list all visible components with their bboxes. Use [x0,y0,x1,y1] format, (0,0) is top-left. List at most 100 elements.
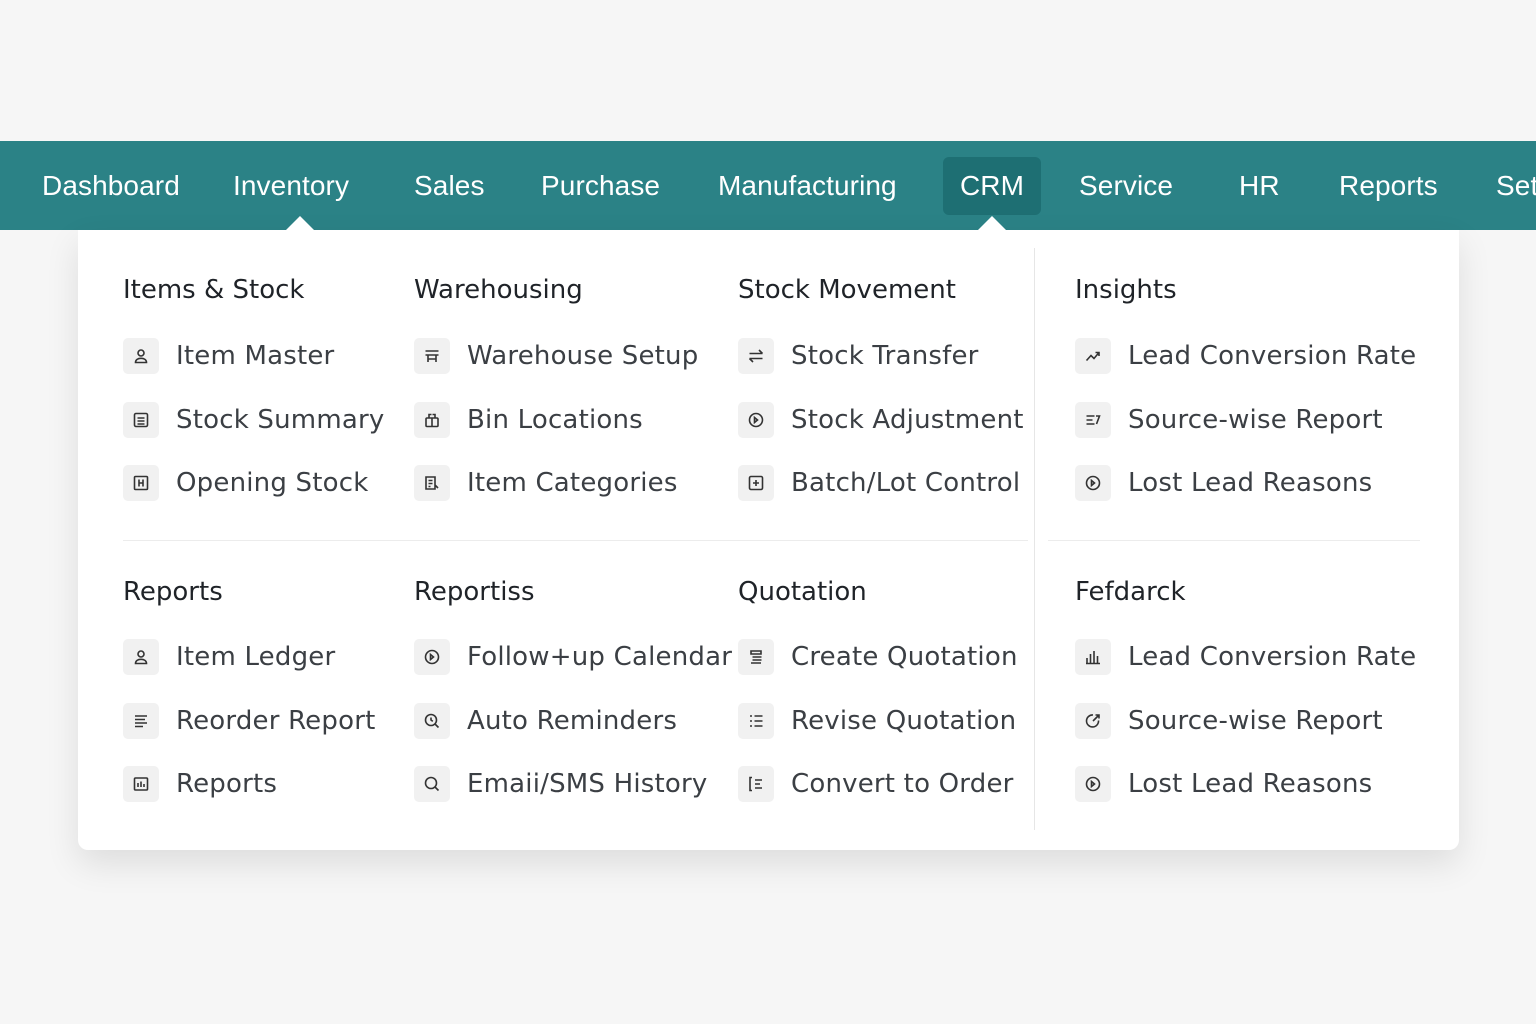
nav-item-manufacturing[interactable]: Manufacturing [718,157,897,215]
row-divider-right [1048,540,1420,541]
warehouse-icon [414,338,450,374]
nav-item-dashboard[interactable]: Dashboard [42,157,180,215]
section-heading: Quotation [738,577,867,607]
sort-lines-icon [1075,402,1111,438]
menu-item-source-wise-report[interactable]: Source-wise Report [1075,400,1383,440]
section-quotation: Quotation Create Quotation Revise Quotat… [738,572,1017,802]
section-reportiss: Reportiss Follow+up Calendar Auto Remind… [414,572,732,802]
menu-item-item-ledger[interactable]: Item Ledger [123,637,335,677]
circle-arrow-icon [1075,703,1111,739]
menu-item-label: Source-wise Report [1128,706,1383,736]
menu-item-label: Source-wise Report [1128,405,1383,435]
section-heading: Reportiss [414,577,535,607]
menu-item-label: Convert to Order [791,769,1014,799]
menu-item-item-master[interactable]: Item Master [123,336,334,376]
section-insights: Insights Lead Conversion Rate Source-wis… [1075,270,1416,501]
menu-item-bin-locations[interactable]: Bin Locations [414,400,643,440]
menu-item-stock-transfer[interactable]: Stock Transfer [738,336,979,376]
menu-item-revise-quotation[interactable]: Revise Quotation [738,701,1016,741]
list-edit-icon [414,465,450,501]
menu-item-label: Batch/Lot Control [791,468,1021,498]
menu-item-label: Lost Lead Reasons [1128,769,1373,799]
menu-item-email-sms-history[interactable]: Emaii/SMS History [414,764,708,804]
menu-item-stock-adjustment[interactable]: Stock Adjustment [738,400,1024,440]
circle-play-icon [738,402,774,438]
menu-item-label: Opening Stock [176,468,369,498]
menu-item-label: Bin Locations [467,405,643,435]
menu-item-label: Item Master [176,341,335,371]
menu-item-auto-reminders[interactable]: Auto Reminders [414,701,677,741]
column-divider [1034,248,1035,830]
section-heading: Insights [1075,275,1177,305]
circle-play-icon [414,639,450,675]
search-icon [414,766,450,802]
circle-play-icon [1075,766,1111,802]
menu-item-label: Warehouse Setup [467,341,699,371]
bar-chart-icon [1075,639,1111,675]
inventory-dropdown-caret [286,216,314,230]
circle-play-icon [1075,465,1111,501]
nav-item-inventory[interactable]: Inventory [233,157,349,215]
checklist-icon [738,703,774,739]
nav-item-crm[interactable]: CRM [943,157,1041,215]
menu-item-label: Stock Transfer [791,341,979,371]
menu-item-stock-summary[interactable]: Stock Summary [123,400,384,440]
section-stock-movement: Stock Movement Stock Transfer Stock Adju… [738,270,1024,501]
section-heading: Fefdarck [1075,577,1186,607]
menu-item-warehouse-setup[interactable]: Warehouse Setup [414,336,698,376]
crm-dropdown-caret [978,216,1006,230]
top-nav-bar: Dashboard Inventory Sales Purchase Manuf… [0,141,1536,230]
bracket-list-icon [738,766,774,802]
menu-item-convert-to-order[interactable]: Convert to Order [738,764,1014,804]
section-heading: Reports [123,577,223,607]
nav-item-settings[interactable]: Set [1496,157,1536,215]
user-icon [123,639,159,675]
doc-lines-icon [738,639,774,675]
lines-icon [123,703,159,739]
menu-item-lead-conversion-rate-2[interactable]: Lead Conversion Rate [1075,637,1416,677]
section-fefdarck: Fefdarck Lead Conversion Rate Source-wis… [1075,572,1416,802]
transfer-arrows-icon [738,338,774,374]
menu-item-label: Lead Conversion Rate [1128,341,1417,371]
menu-item-label: Stock Summary [176,405,385,435]
nav-item-sales[interactable]: Sales [414,157,485,215]
nav-item-hr[interactable]: HR [1239,157,1280,215]
section-items-stock: Items & Stock Item Master Stock Summary … [123,270,384,501]
bar-box-icon [123,766,159,802]
nav-item-reports[interactable]: Reports [1339,157,1438,215]
menu-item-label: Create Quotation [791,642,1018,672]
menu-item-label: Reorder Report [176,706,376,736]
menu-item-follow-up-calendar[interactable]: Follow+up Calendar [414,637,732,677]
menu-item-reports[interactable]: Reports [123,764,277,804]
menu-item-create-quotation[interactable]: Create Quotation [738,637,1018,677]
menu-item-label: Revise Quotation [791,706,1017,736]
document-icon [123,402,159,438]
menu-item-label: Stock Adjustment [791,405,1024,435]
menu-item-label: Lead Conversion Rate [1128,642,1417,672]
menu-item-lost-lead-reasons[interactable]: Lost Lead Reasons [1075,463,1372,503]
mega-menu-panel: Items & Stock Item Master Stock Summary … [78,230,1459,850]
menu-item-source-wise-report-2[interactable]: Source-wise Report [1075,701,1383,741]
menu-item-batch-lot-control[interactable]: Batch/Lot Control [738,463,1020,503]
menu-item-label: Item Ledger [176,642,336,672]
menu-item-label: Auto Reminders [467,706,678,736]
menu-item-lost-lead-reasons-2[interactable]: Lost Lead Reasons [1075,764,1372,804]
menu-item-item-categories[interactable]: Item Categories [414,463,678,503]
boxes-icon [414,402,450,438]
plus-box-icon [738,465,774,501]
nav-item-service[interactable]: Service [1079,157,1173,215]
menu-item-reorder-report[interactable]: Reorder Report [123,701,375,741]
grid-box-icon [123,465,159,501]
menu-item-label: Follow+up Calendar [467,642,733,672]
section-warehousing: Warehousing Warehouse Setup Bin Location… [414,270,698,501]
section-heading: Items & Stock [123,275,305,305]
nav-item-purchase[interactable]: Purchase [541,157,660,215]
search-clock-icon [414,703,450,739]
user-icon [123,338,159,374]
menu-item-label: Item Categories [467,468,678,498]
section-heading: Stock Movement [738,275,956,305]
menu-item-opening-stock[interactable]: Opening Stock [123,463,368,503]
menu-item-label: Emaii/SMS History [467,769,708,799]
section-heading: Warehousing [414,275,583,305]
menu-item-lead-conversion-rate[interactable]: Lead Conversion Rate [1075,336,1416,376]
